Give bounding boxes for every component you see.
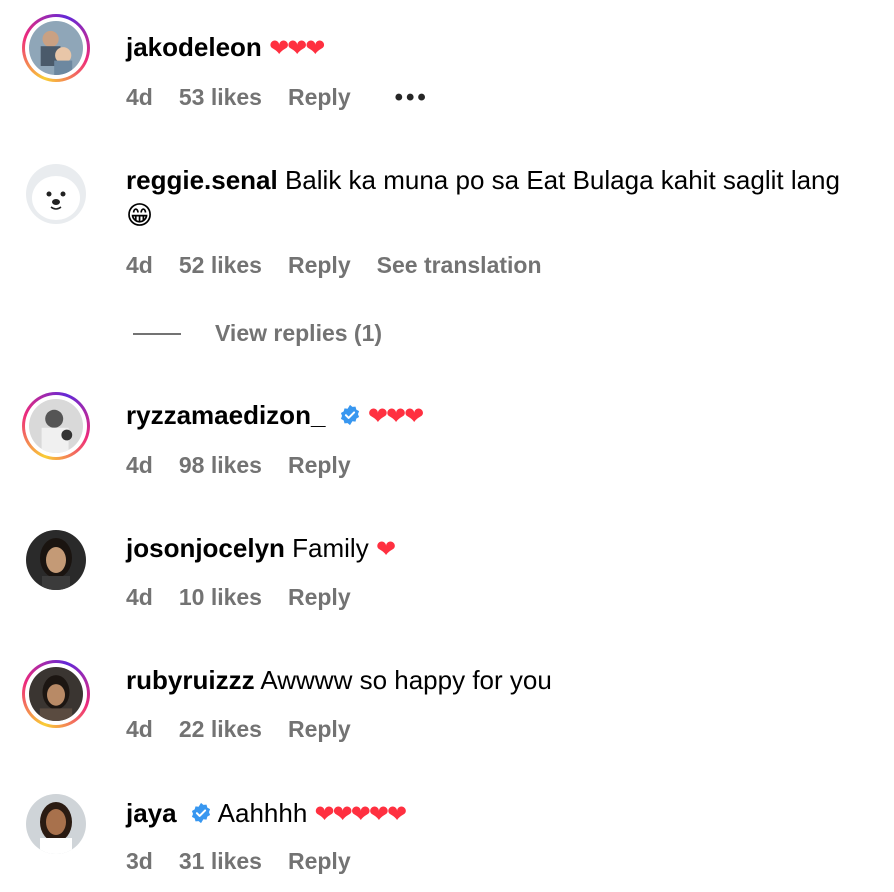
- verified-badge-icon: [191, 802, 210, 824]
- likes-count[interactable]: 10 likes: [179, 584, 262, 611]
- reply-button[interactable]: Reply: [288, 716, 351, 743]
- hearts-emoji: ❤❤❤: [269, 35, 325, 62]
- username[interactable]: rubyruizzz: [126, 665, 255, 695]
- comment-text: Family: [292, 533, 369, 563]
- divider-line: [133, 332, 181, 335]
- view-replies-button[interactable]: View replies (1): [133, 320, 382, 347]
- hearts-emoji: ❤❤❤: [367, 403, 424, 430]
- timestamp: 3d: [126, 848, 153, 874]
- view-replies-label: View replies (1): [215, 320, 383, 346]
- verified-badge-icon: [340, 404, 359, 426]
- avatar[interactable]: [22, 526, 90, 594]
- likes-count[interactable]: 98 likes: [179, 452, 262, 479]
- hearts-emoji: ❤❤❤❤❤: [314, 801, 408, 828]
- username[interactable]: jaya: [126, 798, 177, 828]
- reply-button[interactable]: Reply: [288, 452, 351, 479]
- hearts-emoji: ❤: [375, 536, 396, 563]
- see-translation-link[interactable]: See translation: [377, 252, 542, 279]
- likes-count[interactable]: 31 likes: [179, 848, 262, 875]
- likes-count[interactable]: 52 likes: [179, 252, 262, 279]
- avatar[interactable]: [22, 160, 90, 228]
- avatar[interactable]: [22, 392, 90, 460]
- username[interactable]: reggie.senal: [126, 165, 278, 195]
- likes-count[interactable]: 22 likes: [179, 716, 262, 743]
- avatar[interactable]: [22, 14, 90, 82]
- timestamp: 4d: [126, 452, 153, 478]
- reply-button[interactable]: Reply: [288, 584, 351, 611]
- reply-button[interactable]: Reply: [288, 252, 351, 279]
- timestamp: 4d: [126, 252, 153, 278]
- avatar[interactable]: [22, 790, 90, 858]
- timestamp: 4d: [126, 84, 153, 110]
- comment-text: Awwww so happy for you: [260, 665, 552, 695]
- reply-button[interactable]: Reply: [288, 84, 351, 112]
- username[interactable]: ryzzamaedizon_: [126, 400, 325, 430]
- more-options-icon[interactable]: •••: [395, 84, 429, 112]
- username[interactable]: jakodeleon: [126, 32, 262, 62]
- username[interactable]: josonjocelyn: [126, 533, 285, 563]
- avatar[interactable]: [22, 660, 90, 728]
- comment-text: Aahhhh: [217, 798, 308, 828]
- reply-button[interactable]: Reply: [288, 848, 351, 875]
- timestamp: 4d: [126, 716, 153, 742]
- likes-count[interactable]: 53 likes: [179, 84, 262, 112]
- timestamp: 4d: [126, 584, 153, 610]
